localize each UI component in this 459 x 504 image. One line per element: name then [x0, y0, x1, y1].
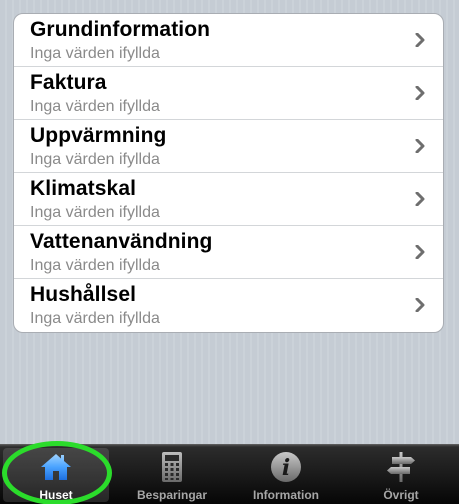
list-item-subtitle: Inga värden ifyllda — [30, 151, 160, 168]
chevron-right-icon — [415, 139, 425, 153]
list-item-title: Hushållsel — [30, 283, 137, 306]
tab-huset[interactable]: Huset — [0, 445, 112, 504]
list-item-subtitle: Inga värden ifyllda — [30, 98, 160, 115]
list-item-title: Grundinformation — [30, 18, 211, 41]
svg-text:i: i — [282, 455, 290, 481]
list-item-subtitle: Inga värden ifyllda — [30, 310, 160, 327]
chevron-right-icon — [415, 86, 425, 100]
list-item-subtitle: Inga värden ifyllda — [30, 204, 160, 221]
list-item-title: Vattenanvändning — [30, 230, 213, 253]
list-item-faktura[interactable]: Faktura Inga värden ifyllda — [14, 67, 443, 120]
list-item-subtitle: Inga värden ifyllda — [30, 45, 160, 62]
list-item-klimatskal[interactable]: Klimatskal Inga värden ifyllda — [14, 173, 443, 226]
settings-list: Grundinformation Inga värden ifyllda Fak… — [13, 13, 444, 333]
tab-label: Besparingar — [136, 488, 208, 502]
list-item-vattenanvandning[interactable]: Vattenanvändning Inga värden ifyllda — [14, 226, 443, 279]
tab-bar: Huset Besparingar i Information Övrigt — [0, 444, 459, 504]
list-item-grundinformation[interactable]: Grundinformation Inga värden ifyllda — [14, 14, 443, 67]
list-item-title: Faktura — [30, 71, 107, 94]
list-item-title: Klimatskal — [30, 177, 137, 200]
list-item-uppvarmning[interactable]: Uppvärmning Inga värden ifyllda — [14, 120, 443, 173]
calculator-icon — [162, 452, 182, 482]
tab-label: Övrigt — [383, 488, 419, 502]
chevron-right-icon — [415, 192, 425, 206]
list-item-subtitle: Inga värden ifyllda — [30, 257, 160, 274]
list-item-title: Uppvärmning — [30, 124, 167, 147]
house-icon — [41, 454, 71, 480]
tab-besparingar[interactable]: Besparingar — [115, 445, 229, 504]
signpost-icon — [387, 452, 415, 482]
tab-ovrigt[interactable]: Övrigt — [343, 445, 459, 504]
list-item-hushallsel[interactable]: Hushållsel Inga värden ifyllda — [14, 279, 443, 332]
chevron-right-icon — [415, 245, 425, 259]
chevron-right-icon — [415, 33, 425, 47]
chevron-right-icon — [415, 298, 425, 312]
tab-label: Information — [253, 488, 319, 502]
tab-label: Huset — [39, 488, 73, 502]
tab-information[interactable]: i Information — [229, 445, 343, 504]
info-icon: i — [271, 452, 301, 482]
